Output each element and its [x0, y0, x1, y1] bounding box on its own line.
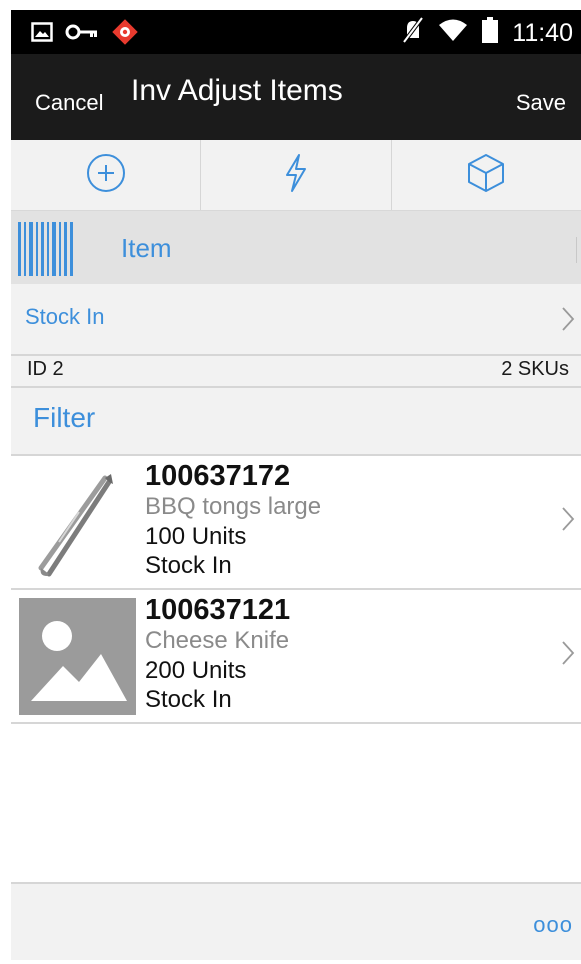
chevron-right-icon [561, 506, 575, 537]
container-button[interactable] [392, 140, 581, 210]
status-right-icons: 11:40 [402, 16, 573, 49]
chevron-right-icon [561, 306, 575, 337]
filter-label: Filter [33, 402, 96, 433]
add-button[interactable] [11, 140, 202, 210]
app-screen: 11:40 Cancel Inv Adjust Items Save Item … [11, 10, 581, 960]
status-bar: 11:40 [11, 10, 581, 54]
barcode-icon [18, 222, 74, 276]
quick-action-button[interactable] [201, 140, 392, 210]
adjustment-id: ID 2 [27, 358, 64, 380]
item-number: 100637121 [145, 594, 291, 626]
item-details: 100637121 Cheese Knife 200 Units Stock I… [145, 594, 290, 714]
image-icon [31, 22, 53, 47]
filter-button[interactable]: Filter [11, 388, 581, 456]
status-left-icons [31, 18, 139, 51]
page-title: Inv Adjust Items [131, 74, 343, 107]
battery-icon [482, 17, 499, 48]
item-quantity: 200 Units [145, 657, 247, 684]
cancel-button[interactable]: Cancel [35, 90, 103, 116]
item-quantity: 100 Units [145, 523, 247, 550]
scan-field-label: Item [121, 233, 172, 263]
list-empty-area [11, 724, 581, 884]
footer-bar: ooo [11, 884, 581, 960]
list-item[interactable]: 100637172 BBQ tongs large 100 Units Stoc… [11, 456, 581, 590]
add-icon [85, 152, 127, 199]
reason-label: Stock In [25, 304, 105, 329]
app-notification-icon [111, 18, 139, 51]
list-item[interactable]: 100637121 Cheese Knife 200 Units Stock I… [11, 590, 581, 724]
wifi-icon [438, 18, 468, 47]
item-list: 100637172 BBQ tongs large 100 Units Stoc… [11, 456, 581, 724]
box-icon [465, 152, 507, 199]
item-description: BBQ tongs large [145, 493, 322, 520]
placeholder-image-icon [19, 598, 136, 715]
key-icon [65, 24, 99, 45]
item-scan-field[interactable]: Item [11, 211, 581, 284]
reason-selector[interactable]: Stock In [11, 284, 581, 356]
scan-field-caret [576, 237, 577, 263]
item-details: 100637172 BBQ tongs large 100 Units Stoc… [145, 460, 321, 580]
save-button[interactable]: Save [516, 90, 566, 116]
mute-icon [402, 16, 424, 49]
action-toolbar [11, 140, 581, 211]
item-description: Cheese Knife [145, 627, 290, 654]
tongs-image [19, 464, 136, 581]
more-options-button[interactable]: ooo [533, 912, 573, 938]
adjustment-info: ID 2 2 SKUs [11, 356, 581, 388]
item-reason: Stock In [145, 686, 232, 713]
chevron-right-icon [561, 640, 575, 671]
app-header: Cancel Inv Adjust Items Save [11, 54, 581, 140]
status-time: 11:40 [512, 18, 573, 47]
flash-icon [282, 153, 310, 198]
sku-count: 2 SKUs [501, 358, 569, 380]
item-reason: Stock In [145, 552, 232, 579]
item-number: 100637172 [145, 460, 291, 492]
